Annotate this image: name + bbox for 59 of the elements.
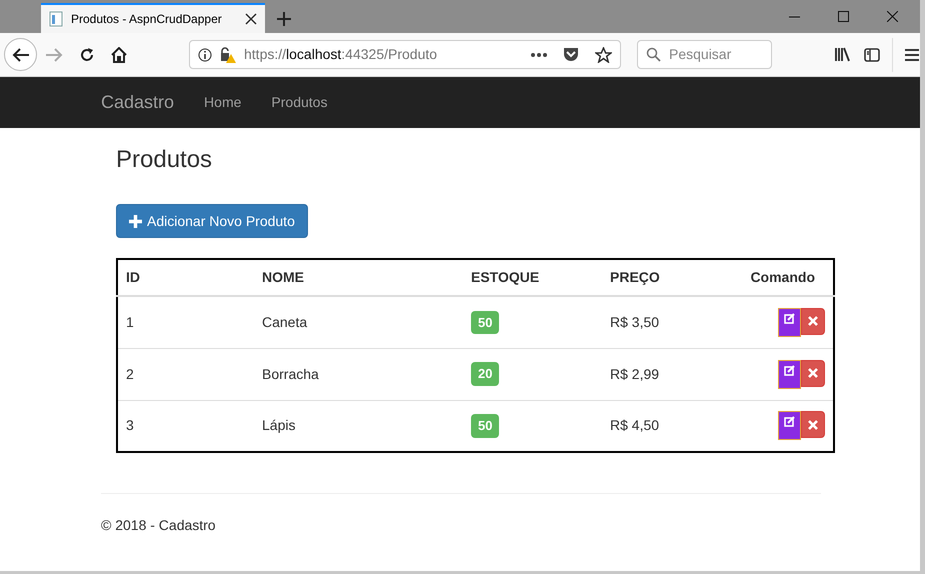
edit-button[interactable] [778,411,801,440]
stock-badge: 20 [471,362,500,386]
reload-icon[interactable] [79,46,95,62]
table-cell: R$ 4,50 [610,417,660,434]
info-icon [198,48,212,62]
back-button[interactable] [4,38,37,71]
delete-button[interactable] [801,308,825,335]
back-arrow-icon [12,46,30,62]
delete-button[interactable] [801,411,825,438]
column-header: PREÇO [602,259,718,296]
home-icon[interactable] [111,46,127,62]
close-icon [808,420,818,430]
new-tab-icon[interactable] [277,12,291,26]
search-icon [646,47,661,62]
maximize-icon[interactable] [838,11,849,22]
tab-title: Produtos - AspnCrudDapper [71,11,223,28]
more-icon[interactable] [531,52,547,56]
footer-text: © 2018 - Cadastro [101,516,217,535]
table-cell: Borracha [262,366,319,382]
column-header: ESTOQUE [463,259,602,296]
browser-tab[interactable]: Produtos - AspnCrudDapper [41,3,265,33]
edit-button[interactable] [778,308,801,337]
url-text: https://localhost:44325/Produto [244,45,438,64]
column-header: Comando [718,259,834,296]
close-icon [808,368,818,378]
warning-lock-icon [220,46,236,62]
column-header: NOME [254,259,463,296]
brand-link[interactable]: Cadastro [101,89,174,116]
address-bar[interactable]: https://localhost:44325/Produto [189,40,621,69]
edit-button[interactable] [778,360,801,388]
library-icon[interactable] [834,47,850,62]
add-product-button[interactable]: Adicionar Novo Produto [116,204,308,238]
page-heading: Produtos [116,146,214,174]
sidebar-icon[interactable] [864,48,880,62]
table-cell: Caneta [262,314,308,330]
close-icon [808,316,818,326]
stock-badge: 50 [471,310,500,334]
close-icon[interactable] [245,13,257,25]
pocket-icon[interactable] [563,47,579,62]
edit-icon [784,416,795,428]
stock-badge: 50 [471,414,500,438]
column-header: ID [117,259,254,296]
plus-icon [129,214,142,228]
table-cell: 1 [126,314,134,330]
menu-icon[interactable] [905,48,919,60]
delete-button[interactable] [801,360,825,386]
edit-icon [784,312,795,324]
star-icon[interactable] [595,46,612,62]
nav-link[interactable]: Produtos [256,92,342,113]
table-cell: 3 [126,417,134,434]
document-icon [49,11,63,27]
search-field[interactable]: Pesquisar [637,40,772,69]
close-window-icon[interactable] [887,11,898,22]
table-cell: 2 [126,366,134,382]
table-cell: R$ 3,50 [610,314,660,330]
edit-icon [784,364,795,376]
nav-link[interactable]: Home [189,92,256,113]
table-cell: Lápis [262,417,296,434]
table-cell: R$ 2,99 [610,366,660,382]
